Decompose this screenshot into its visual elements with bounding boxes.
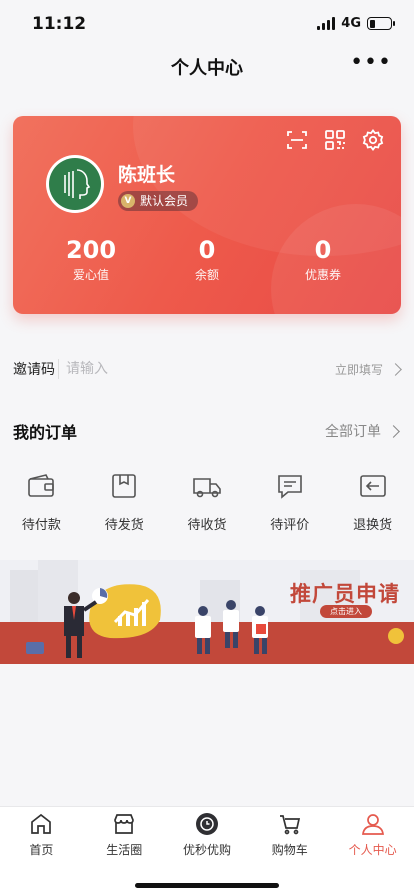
stat-coupons[interactable]: 0 优惠券 bbox=[268, 236, 378, 283]
invite-code-row: 邀请码 立即填写 bbox=[0, 344, 414, 394]
member-badge: V 默认会员 bbox=[118, 191, 199, 211]
battery-icon bbox=[367, 17, 395, 30]
return-icon bbox=[359, 475, 386, 497]
order-pending-payment[interactable]: 待付款 bbox=[0, 470, 83, 550]
tab-life-circle[interactable]: 生活圈 bbox=[83, 811, 166, 863]
more-icon[interactable]: ••• bbox=[350, 52, 392, 74]
avatar[interactable] bbox=[46, 155, 104, 213]
tab-label: 个人中心 bbox=[348, 843, 397, 857]
stat-love-points[interactable]: 200 爱心值 bbox=[36, 236, 146, 283]
orders-title: 我的订单 bbox=[13, 423, 78, 442]
invite-fill-button[interactable]: 立即填写 bbox=[334, 361, 402, 378]
tab-label: 首页 bbox=[29, 843, 54, 857]
orders-header: 我的订单 全部订单 bbox=[0, 404, 414, 454]
order-returns[interactable]: 退换货 bbox=[331, 470, 414, 550]
nav-bar: 个人中心 ••• bbox=[0, 48, 414, 92]
tab-profile[interactable]: 个人中心 bbox=[331, 811, 414, 863]
order-pending-review[interactable]: 待评价 bbox=[248, 470, 331, 550]
user-icon bbox=[361, 814, 384, 835]
profile-section: 陈班长 V 默认会员 200 爱心值 0 余额 0 优惠券 bbox=[0, 96, 414, 336]
qrcode-icon[interactable] bbox=[323, 128, 347, 152]
status-bar: 11:12 4G bbox=[0, 0, 414, 48]
promoter-banner[interactable]: 推广员申请 点击进入 bbox=[0, 560, 414, 664]
home-indicator bbox=[135, 883, 279, 888]
vip-icon: V bbox=[121, 194, 135, 208]
order-label: 待发货 bbox=[104, 518, 144, 533]
member-level: 默认会员 bbox=[140, 194, 189, 208]
truck-icon bbox=[193, 478, 221, 498]
cart-icon bbox=[279, 815, 300, 835]
order-pending-receipt[interactable]: 待收货 bbox=[166, 470, 249, 550]
order-label: 待评价 bbox=[270, 518, 310, 533]
order-label: 退换货 bbox=[353, 518, 393, 533]
order-pending-shipment[interactable]: 待发货 bbox=[83, 470, 166, 550]
comment-icon bbox=[277, 475, 302, 499]
stat-balance[interactable]: 0 余额 bbox=[152, 236, 262, 283]
shop-icon bbox=[114, 814, 135, 834]
invite-fill-label: 立即填写 bbox=[334, 363, 383, 377]
network-type: 4G bbox=[341, 16, 361, 31]
all-orders-link[interactable]: 全部订单 bbox=[325, 421, 400, 441]
stat-label: 优惠券 bbox=[304, 268, 341, 282]
banner-title: 推广员申请 bbox=[290, 582, 400, 606]
signal-icon bbox=[317, 17, 336, 30]
user-name: 陈班长 bbox=[118, 164, 176, 186]
profile-card: 陈班长 V 默认会员 200 爱心值 0 余额 0 优惠券 bbox=[13, 116, 401, 314]
status-indicators: 4G bbox=[317, 16, 395, 31]
home-icon bbox=[31, 813, 52, 834]
stat-value: 0 bbox=[198, 236, 216, 264]
settings-icon[interactable] bbox=[361, 128, 385, 152]
tab-label: 购物车 bbox=[271, 843, 308, 857]
banner-enter-button[interactable]: 点击进入 bbox=[320, 605, 372, 618]
tab-label: 优秒优购 bbox=[182, 843, 231, 857]
wallet-icon bbox=[28, 474, 55, 497]
clock-icon bbox=[195, 813, 218, 835]
stat-label: 余额 bbox=[194, 268, 219, 282]
tab-home[interactable]: 首页 bbox=[0, 811, 83, 863]
package-icon bbox=[112, 474, 136, 498]
tab-label: 生活圈 bbox=[106, 843, 143, 857]
chevron-right-icon bbox=[387, 424, 400, 438]
invite-code-label: 邀请码 bbox=[13, 362, 55, 378]
all-orders-label: 全部订单 bbox=[325, 424, 381, 440]
tab-flash-sale[interactable]: 优秒优购 bbox=[166, 811, 249, 863]
card-actions bbox=[285, 128, 385, 152]
order-label: 待收货 bbox=[187, 518, 227, 533]
stat-value: 200 bbox=[65, 236, 117, 264]
order-label: 待付款 bbox=[21, 518, 61, 533]
tab-cart[interactable]: 购物车 bbox=[248, 811, 331, 863]
chevron-right-icon bbox=[389, 363, 402, 376]
scan-icon[interactable] bbox=[285, 128, 309, 152]
status-time: 11:12 bbox=[32, 14, 87, 34]
stat-value: 0 bbox=[314, 236, 332, 264]
invite-code-input[interactable] bbox=[66, 356, 246, 382]
orders-grid: 待付款 待发货 待收货 待评价 退换货 bbox=[0, 470, 414, 550]
tab-bar: 首页 生活圈 优秒优购 购物车 个人中心 bbox=[0, 806, 414, 896]
divider bbox=[58, 359, 59, 379]
stat-label: 爱心值 bbox=[72, 268, 109, 282]
